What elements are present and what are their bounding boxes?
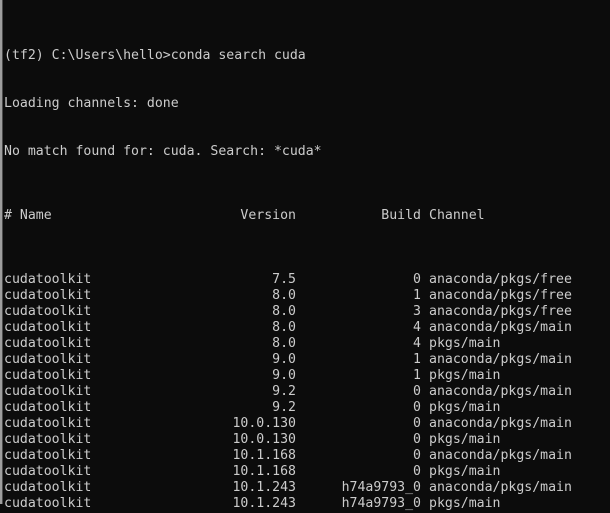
cell-build: 1 bbox=[413, 352, 421, 367]
cell-channel: anaconda/pkgs/main bbox=[429, 448, 572, 463]
cell-channel: anaconda/pkgs/main bbox=[429, 480, 572, 495]
cell-channel: anaconda/pkgs/free bbox=[429, 288, 572, 303]
cell-build: 0 bbox=[413, 464, 421, 479]
table-header-row: # Name Version Build Channel bbox=[4, 208, 608, 224]
table-row: cudatoolkit 9.2 0 pkgs/main bbox=[4, 400, 608, 416]
table-row: cudatoolkit 7.5 0 anaconda/pkgs/free bbox=[4, 272, 608, 288]
cell-channel: pkgs/main bbox=[429, 432, 501, 447]
cell-channel: pkgs/main bbox=[429, 464, 501, 479]
table-row: cudatoolkit 10.1.168 0 anaconda/pkgs/main bbox=[4, 448, 608, 464]
table-row: cudatoolkit 10.1.243 h74a9793_0 pkgs/main bbox=[4, 496, 608, 512]
console-output-area[interactable]: (tf2) C:\Users\hello>conda search cuda L… bbox=[4, 0, 608, 513]
cell-build: 0 bbox=[413, 400, 421, 415]
cell-build: h74a9793_0 bbox=[341, 480, 421, 495]
table-row: cudatoolkit 9.2 0 anaconda/pkgs/main bbox=[4, 384, 608, 400]
status-line-no-match-found: No match found for: cuda. Search: *cuda* bbox=[4, 144, 322, 159]
cell-build: 0 bbox=[413, 416, 421, 431]
table-row: cudatoolkit 10.0.130 0 anaconda/pkgs/main bbox=[4, 416, 608, 432]
table-row: cudatoolkit 8.0 3 anaconda/pkgs/free bbox=[4, 304, 608, 320]
cell-build: h74a9793_0 bbox=[341, 496, 421, 511]
table-row: cudatoolkit 10.0.130 0 pkgs/main bbox=[4, 432, 608, 448]
window-left-border bbox=[0, 0, 2, 504]
cell-channel: pkgs/main bbox=[429, 496, 501, 511]
cell-channel: pkgs/main bbox=[429, 400, 501, 415]
cell-channel: anaconda/pkgs/main bbox=[429, 320, 572, 335]
cell-build: 4 bbox=[413, 320, 421, 335]
status-line-loading-channels: Loading channels: done bbox=[4, 96, 179, 111]
cell-build: 1 bbox=[413, 288, 421, 303]
table-row: cudatoolkit 9.0 1 anaconda/pkgs/main bbox=[4, 352, 608, 368]
column-header-channel: Channel bbox=[429, 208, 485, 223]
command-prompt-window[interactable]: (tf2) C:\Users\hello>conda search cuda L… bbox=[0, 0, 610, 513]
cell-build: 3 bbox=[413, 304, 421, 319]
table-row: cudatoolkit 10.1.243 h74a9793_0 anaconda/pk… bbox=[4, 480, 608, 496]
cell-build: 0 bbox=[413, 432, 421, 447]
package-table-body: cudatoolkit 7.5 0 anaconda/pkgs/free cudatoo… bbox=[4, 272, 608, 513]
cell-channel: anaconda/pkgs/main bbox=[429, 416, 572, 431]
column-header-build: Build bbox=[381, 208, 421, 223]
table-row: cudatoolkit 9.0 1 pkgs/main bbox=[4, 368, 608, 384]
cell-build: 0 bbox=[413, 272, 421, 287]
table-row: cudatoolkit 8.0 4 anaconda/pkgs/main bbox=[4, 320, 608, 336]
table-row: cudatoolkit 8.0 1 anaconda/pkgs/free bbox=[4, 288, 608, 304]
cell-channel: pkgs/main bbox=[429, 368, 501, 383]
table-row: cudatoolkit 8.0 4 pkgs/main bbox=[4, 336, 608, 352]
cell-channel: anaconda/pkgs/free bbox=[429, 272, 572, 287]
cell-build: 0 bbox=[413, 448, 421, 463]
prompt-line: (tf2) C:\Users\hello>conda search cuda bbox=[4, 48, 306, 63]
cell-channel: anaconda/pkgs/main bbox=[429, 384, 572, 399]
cell-channel: pkgs/main bbox=[429, 336, 501, 351]
cell-channel: anaconda/pkgs/free bbox=[429, 304, 572, 319]
cell-build: 0 bbox=[413, 384, 421, 399]
table-row: cudatoolkit 10.1.168 0 pkgs/main bbox=[4, 464, 608, 480]
cell-build: 4 bbox=[413, 336, 421, 351]
cell-build: 1 bbox=[413, 368, 421, 383]
cell-channel: anaconda/pkgs/main bbox=[429, 352, 572, 367]
